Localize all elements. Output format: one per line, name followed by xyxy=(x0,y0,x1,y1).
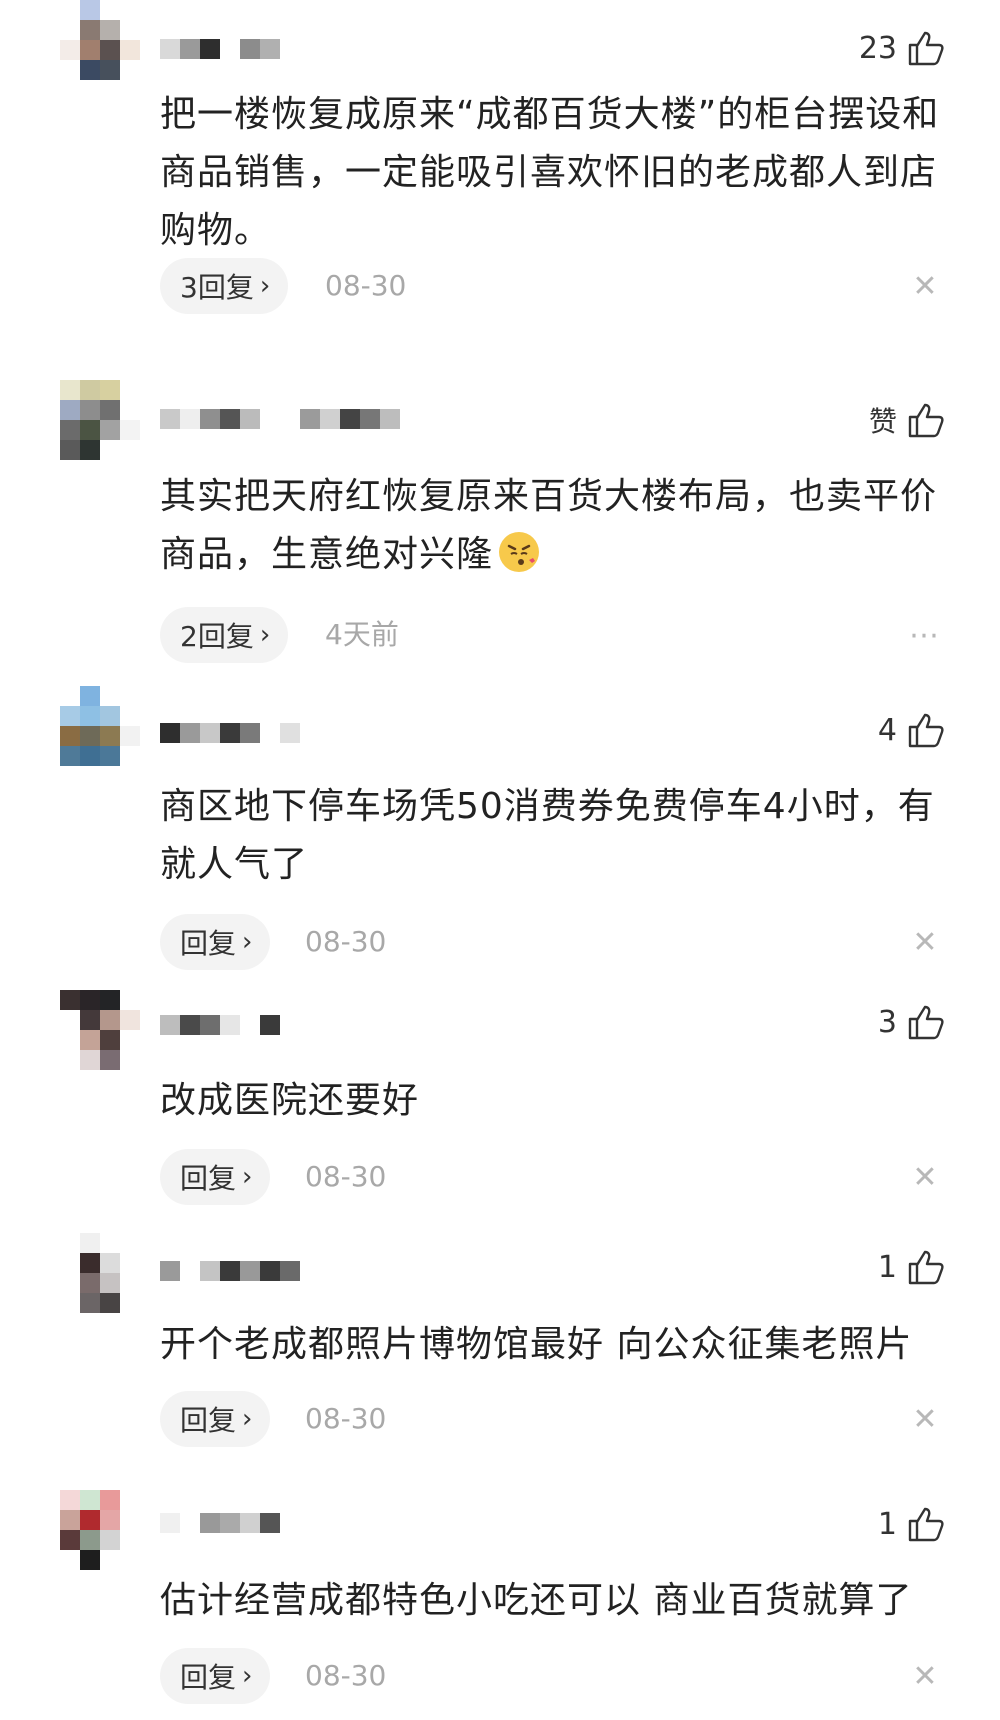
timestamp: 08-30 xyxy=(305,1659,387,1692)
reply-label: 2回复 xyxy=(180,620,254,653)
comment-text: 改成医院还要好 xyxy=(160,1080,420,1121)
close-icon[interactable]: ✕ xyxy=(905,1648,945,1704)
close-icon[interactable]: ✕ xyxy=(905,258,945,314)
close-icon[interactable]: ✕ xyxy=(905,1391,945,1447)
thumbs-up-icon[interactable] xyxy=(907,401,945,439)
chevron-right-icon: › xyxy=(259,271,271,301)
avatar[interactable] xyxy=(60,686,140,766)
timestamp: 08-30 xyxy=(305,925,387,958)
timestamp: 4天前 xyxy=(325,618,399,651)
comment-text: 商区地下停车场凭50消费券免费停车4小时，有就人气了 xyxy=(160,786,935,885)
comment-text-body: 其实把天府红恢复原来百货大楼布局，也卖平价商品，生意绝对兴隆 xyxy=(160,476,938,575)
chevron-right-icon: › xyxy=(259,620,271,650)
more-icon[interactable]: ⋯ xyxy=(905,607,945,663)
like-control[interactable]: 4 xyxy=(878,708,945,752)
thumbs-up-icon[interactable] xyxy=(907,1003,945,1041)
thumbs-up-icon[interactable] xyxy=(907,1248,945,1286)
reply-button[interactable]: 回复 › xyxy=(160,1648,271,1704)
username-blurred[interactable] xyxy=(160,718,300,748)
like-label: 赞 xyxy=(868,405,897,438)
username-blurred[interactable] xyxy=(160,404,400,434)
username-blurred[interactable] xyxy=(160,1508,280,1538)
close-icon[interactable]: ✕ xyxy=(905,1149,945,1205)
like-count: 1 xyxy=(877,1506,897,1542)
reply-label: 回复 xyxy=(180,1162,237,1195)
like-control[interactable]: 1 xyxy=(878,1502,945,1546)
username-blurred[interactable] xyxy=(160,34,280,64)
face-blowing-kiss-emoji xyxy=(499,532,540,572)
avatar[interactable] xyxy=(60,990,140,1070)
thumbs-up-icon[interactable] xyxy=(907,1505,945,1543)
timestamp: 08-30 xyxy=(325,269,407,302)
thumbs-up-icon[interactable] xyxy=(907,711,945,749)
reply-label: 回复 xyxy=(180,1661,237,1694)
avatar[interactable] xyxy=(60,0,140,80)
avatar[interactable] xyxy=(60,380,140,460)
reply-button[interactable]: 3回复 › xyxy=(160,258,289,314)
reply-button[interactable]: 回复 › xyxy=(160,1391,271,1447)
username-blurred[interactable] xyxy=(160,1256,300,1286)
chevron-right-icon: › xyxy=(242,927,253,957)
comment-text: 其实把天府红恢复原来百货大楼布局，也卖平价商品，生意绝对兴隆 xyxy=(160,468,960,584)
timestamp: 08-30 xyxy=(305,1402,387,1435)
reply-label: 回复 xyxy=(180,927,237,960)
comment-text: 开个老成都照片博物馆最好 向公众征集老照片 xyxy=(160,1324,913,1365)
avatar[interactable] xyxy=(60,1233,140,1313)
chevron-right-icon: › xyxy=(242,1404,253,1434)
like-control[interactable]: 赞 xyxy=(869,398,945,442)
like-control[interactable]: 3 xyxy=(878,1000,945,1044)
like-count: 1 xyxy=(877,1249,897,1285)
timestamp: 08-30 xyxy=(305,1160,387,1193)
reply-button[interactable]: 回复 › xyxy=(160,914,271,970)
like-count: 4 xyxy=(877,712,897,748)
reply-label: 3回复 xyxy=(180,271,254,304)
chevron-right-icon: › xyxy=(242,1661,253,1691)
reply-button[interactable]: 2回复 › xyxy=(160,607,289,663)
like-control[interactable]: 1 xyxy=(878,1245,945,1289)
like-count: 3 xyxy=(877,1004,897,1040)
comment-text: 把一楼恢复成原来“成都百货大楼”的柜台摆设和商品销售，一定能吸引喜欢怀旧的老成都… xyxy=(160,94,940,251)
close-icon[interactable]: ✕ xyxy=(905,914,945,970)
avatar[interactable] xyxy=(60,1490,140,1570)
like-control[interactable]: 23 xyxy=(859,26,945,70)
username-blurred[interactable] xyxy=(160,1010,280,1040)
reply-label: 回复 xyxy=(180,1404,237,1437)
comment-text: 估计经营成都特色小吃还可以 商业百货就算了 xyxy=(160,1580,913,1621)
like-count: 23 xyxy=(858,30,897,66)
reply-button[interactable]: 回复 › xyxy=(160,1149,271,1205)
chevron-right-icon: › xyxy=(242,1162,253,1192)
thumbs-up-icon[interactable] xyxy=(907,29,945,67)
